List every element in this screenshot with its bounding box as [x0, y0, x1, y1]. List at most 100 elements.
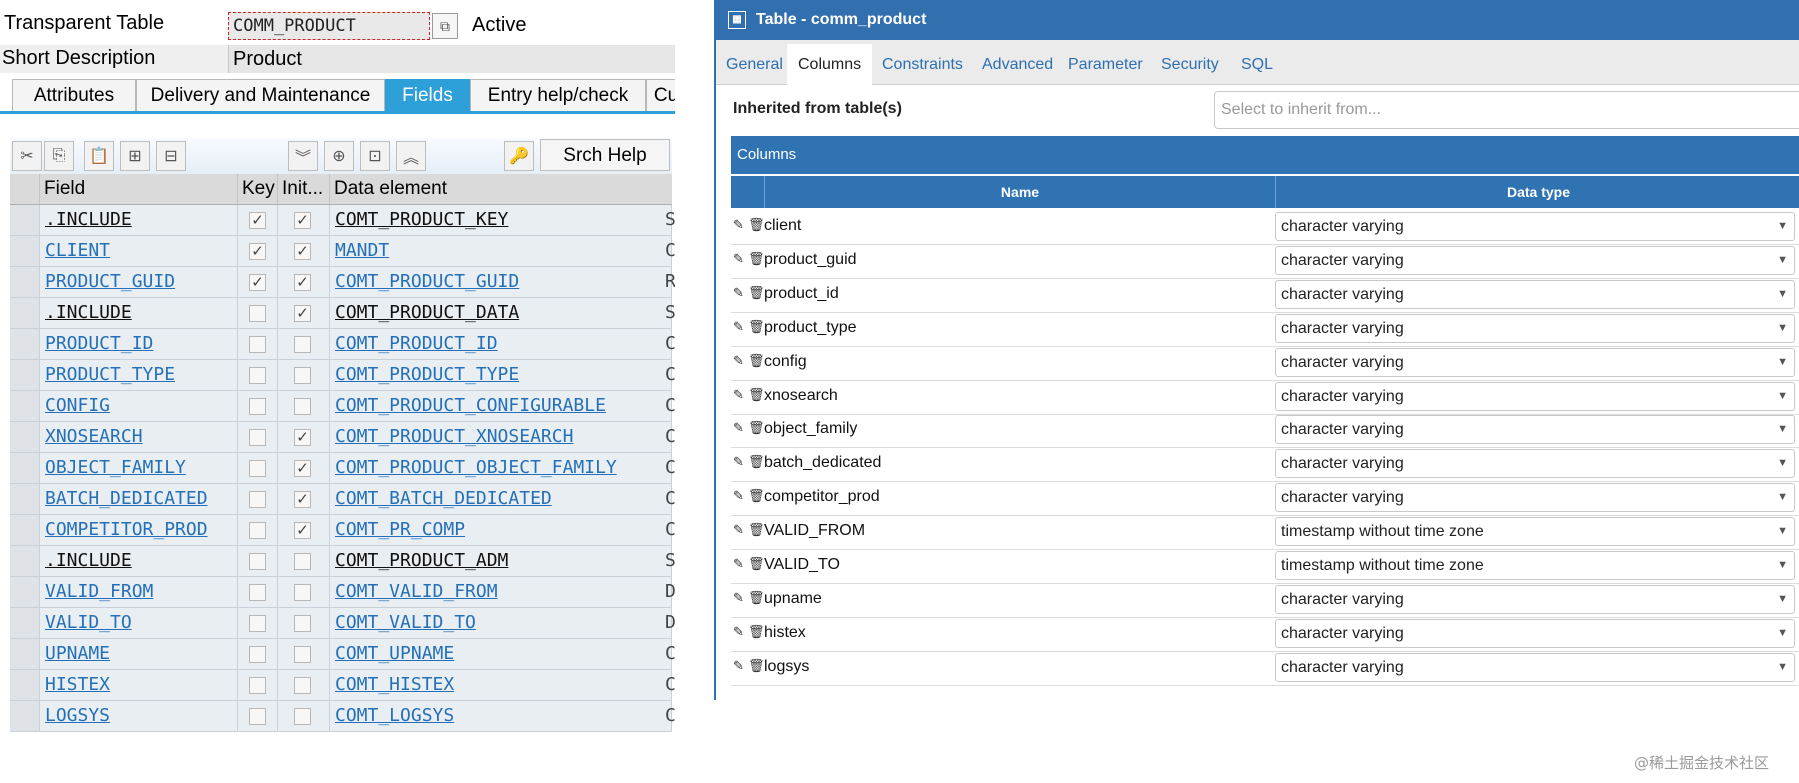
initial-checkbox[interactable]: ✓	[294, 305, 311, 322]
trash-icon[interactable]: 🗑	[748, 557, 765, 571]
field-name[interactable]: PRODUCT_GUID	[45, 271, 175, 292]
short-description-field[interactable]: Product	[228, 45, 675, 73]
row-selector[interactable]	[10, 577, 40, 608]
data-type-select[interactable]: character varying ▼	[1275, 245, 1795, 275]
column-header-data-type[interactable]: Data type	[1275, 176, 1799, 208]
initial-checkbox[interactable]	[294, 708, 311, 725]
table-row[interactable]: HISTEX COMT_HISTEX C	[10, 670, 675, 701]
table-row[interactable]: PRODUCT_ID COMT_PRODUCT_ID C	[10, 329, 675, 360]
row-selector[interactable]	[10, 267, 40, 298]
trash-icon[interactable]: 🗑	[748, 285, 765, 300]
key-checkbox[interactable]	[249, 553, 266, 570]
data-element[interactable]: COMT_HISTEX	[335, 674, 454, 695]
field-name[interactable]: LOGSYS	[45, 705, 110, 726]
row-selector[interactable]	[10, 515, 40, 546]
collapse-all-icon[interactable]: ︽	[396, 141, 426, 171]
table-row[interactable]: VALID_FROM COMT_VALID_FROM D	[10, 577, 675, 608]
row-selector[interactable]	[10, 298, 40, 329]
data-element[interactable]: COMT_VALID_TO	[335, 612, 476, 633]
key-checkbox[interactable]: ✓	[249, 243, 266, 260]
trash-icon[interactable]: 🗑	[748, 523, 765, 537]
trash-icon[interactable]: 🗑	[748, 421, 765, 435]
column-name[interactable]: competitor_prod	[764, 488, 880, 506]
key-checkbox[interactable]	[249, 305, 266, 322]
edit-icon[interactable]: ✎	[733, 489, 747, 503]
insert-include-icon[interactable]: ⊕	[324, 141, 354, 171]
tab-sql[interactable]: SQL	[1241, 44, 1273, 86]
tab-entry-help-check[interactable]: Entry help/check	[470, 79, 646, 111]
field-name[interactable]: BATCH_DEDICATED	[45, 488, 208, 509]
column-name[interactable]: xnosearch	[764, 387, 838, 405]
data-element[interactable]: COMT_PRODUCT_ID	[335, 333, 498, 354]
trash-icon[interactable]: 🗑	[748, 319, 765, 334]
trash-icon[interactable]: 🗑	[748, 489, 765, 503]
table-row[interactable]: LOGSYS COMT_LOGSYS C	[10, 701, 675, 732]
row-selector[interactable]	[10, 701, 40, 732]
initial-checkbox[interactable]: ✓	[294, 212, 311, 229]
key-checkbox[interactable]	[249, 584, 266, 601]
field-name[interactable]: UPNAME	[45, 643, 110, 664]
tab-columns[interactable]: Columns	[787, 44, 873, 88]
key-checkbox[interactable]	[249, 677, 266, 694]
data-element[interactable]: COMT_PRODUCT_XNOSEARCH	[335, 426, 573, 447]
field-name[interactable]: CLIENT	[45, 240, 110, 261]
row-selector[interactable]	[10, 639, 40, 670]
tab-general[interactable]: General	[726, 44, 783, 86]
data-element[interactable]: COMT_PRODUCT_TYPE	[335, 364, 519, 385]
edit-icon[interactable]: ✎	[733, 523, 747, 537]
data-type-select[interactable]: character varying ▼	[1275, 584, 1795, 614]
expand-include-icon[interactable]: ⊡	[360, 141, 390, 171]
trash-icon[interactable]: 🗑	[748, 251, 765, 266]
column-name[interactable]: logsys	[764, 658, 809, 676]
data-element[interactable]: COMT_UPNAME	[335, 643, 454, 664]
trash-icon[interactable]: 🗑	[748, 624, 765, 639]
field-name[interactable]: HISTEX	[45, 674, 110, 695]
tab-attributes[interactable]: Attributes	[12, 79, 136, 111]
field-name[interactable]: .INCLUDE	[45, 302, 132, 323]
data-type-select[interactable]: character varying ▼	[1275, 279, 1795, 309]
initial-checkbox[interactable]	[294, 398, 311, 415]
trash-icon[interactable]: 🗑	[748, 387, 765, 402]
key-checkbox[interactable]	[249, 460, 266, 477]
table-row[interactable]: CLIENT ✓ ✓ MANDT C	[10, 236, 675, 267]
data-element[interactable]: COMT_LOGSYS	[335, 705, 454, 726]
initial-checkbox[interactable]: ✓	[294, 460, 311, 477]
tab-constraints[interactable]: Constraints	[882, 44, 963, 86]
data-type-select[interactable]: character varying ▼	[1275, 381, 1795, 411]
column-header-initial[interactable]: Init...	[278, 174, 330, 204]
field-name[interactable]: VALID_TO	[45, 612, 132, 633]
column-name[interactable]: product_guid	[764, 251, 857, 269]
table-row[interactable]: OBJECT_FAMILY ✓ COMT_PRODUCT_OBJECT_FAMILY…	[10, 453, 675, 484]
initial-checkbox[interactable]	[294, 553, 311, 570]
tab-security[interactable]: Security	[1161, 44, 1219, 86]
column-header-field[interactable]: Field	[40, 174, 238, 204]
initial-checkbox[interactable]: ✓	[294, 429, 311, 446]
initial-checkbox[interactable]	[294, 646, 311, 663]
row-selector[interactable]	[10, 391, 40, 422]
row-selector[interactable]	[10, 329, 40, 360]
data-element[interactable]: COMT_PRODUCT_GUID	[335, 271, 519, 292]
tab-currency[interactable]: Cu	[646, 79, 675, 111]
cut-icon[interactable]: ✂	[12, 141, 42, 171]
trash-icon[interactable]: 🗑	[748, 455, 765, 469]
data-element[interactable]: MANDT	[335, 240, 389, 261]
key-checkbox[interactable]	[249, 429, 266, 446]
edit-icon[interactable]: ✎	[733, 455, 747, 469]
tab-advanced[interactable]: Advanced	[982, 44, 1053, 86]
initial-checkbox[interactable]: ✓	[294, 274, 311, 291]
column-name[interactable]: upname	[764, 590, 822, 608]
inherit-select[interactable]: Select to inherit from...	[1214, 91, 1799, 129]
trash-icon[interactable]: 🗑	[748, 658, 765, 673]
column-name[interactable]: config	[764, 353, 807, 371]
table-name-field[interactable]: COMM_PRODUCT	[228, 12, 430, 40]
data-element[interactable]: COMT_BATCH_DEDICATED	[335, 488, 552, 509]
initial-checkbox[interactable]	[294, 584, 311, 601]
initial-checkbox[interactable]	[294, 677, 311, 694]
trash-icon[interactable]: 🗑	[748, 218, 765, 232]
key-checkbox[interactable]	[249, 615, 266, 632]
field-name[interactable]: .INCLUDE	[45, 550, 132, 571]
data-type-select[interactable]: character varying ▼	[1275, 415, 1795, 445]
initial-checkbox[interactable]: ✓	[294, 491, 311, 508]
column-name[interactable]: product_type	[764, 319, 857, 337]
column-name[interactable]: VALID_TO	[764, 556, 840, 574]
